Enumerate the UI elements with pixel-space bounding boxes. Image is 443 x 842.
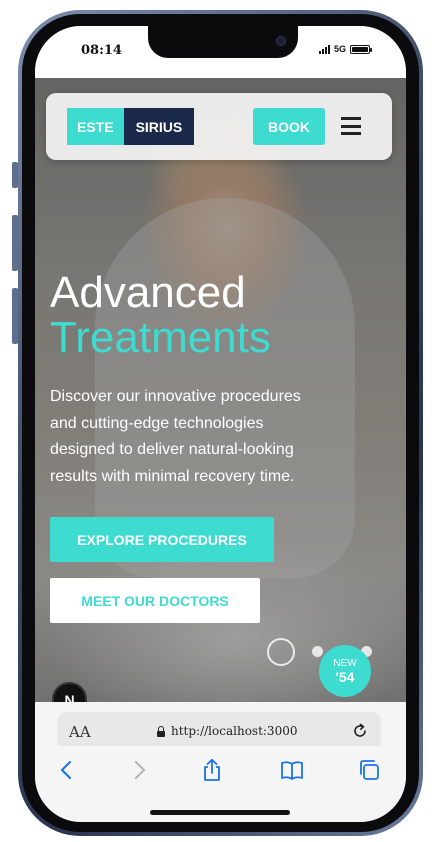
volume-up-button (12, 215, 18, 271)
signal-icon (318, 44, 330, 54)
mute-switch (12, 162, 18, 188)
forward-icon[interactable] (127, 758, 151, 782)
site-header: ESTE SIRIUS BOOK (46, 93, 392, 160)
volume-down-button (12, 288, 18, 344)
text-size-button[interactable]: AA (69, 723, 91, 741)
battery-icon (350, 44, 372, 54)
hero-description: Discover our innovative procedures and c… (50, 388, 301, 485)
lock-icon (157, 726, 165, 737)
logo-part-este: ESTE (67, 108, 124, 145)
notch (148, 26, 298, 58)
hero-section: ESTE SIRIUS BOOK Advanced Treatments Dis… (35, 78, 406, 702)
hero-title: Advanced Treatments (50, 270, 271, 360)
tabs-icon[interactable] (357, 758, 381, 782)
badge-number: '54 (335, 668, 355, 685)
book-button[interactable]: BOOK (253, 108, 325, 145)
browser-address-area: AA http://localhost:3000 (35, 702, 406, 752)
slider-dot[interactable] (312, 646, 323, 657)
reload-icon[interactable] (351, 722, 369, 740)
logo[interactable]: ESTE SIRIUS (67, 108, 195, 145)
logo-part-sirius: SIRIUS (123, 108, 195, 145)
hero-title-line2: Treatments (50, 313, 271, 362)
hero-title-line1: Advanced (50, 268, 246, 317)
home-indicator[interactable] (150, 810, 290, 815)
browser-toolbar (35, 746, 406, 822)
url-text[interactable]: http://localhost:3000 (171, 724, 297, 738)
share-icon[interactable] (200, 758, 224, 782)
screen: 08:14 5G ESTE SIRIUS BOOK Advanced Treat… (35, 26, 406, 822)
back-icon[interactable] (55, 758, 79, 782)
status-time: 08:14 (81, 43, 122, 58)
badge-label: NEW (333, 657, 357, 669)
camera-icon (276, 36, 286, 46)
status-bar: 08:14 5G (35, 26, 406, 78)
meet-our-doctors-button[interactable]: MEET OUR DOCTORS (50, 578, 260, 623)
new-badge[interactable]: NEW '54 (319, 645, 371, 697)
status-indicators: 5G (318, 44, 372, 54)
network-label: 5G (333, 44, 346, 54)
menu-icon[interactable] (341, 117, 361, 135)
explore-procedures-button[interactable]: EXPLORE PROCEDURES (50, 517, 274, 562)
bookmarks-icon[interactable] (280, 758, 304, 782)
slider-dot-active[interactable] (267, 638, 295, 666)
